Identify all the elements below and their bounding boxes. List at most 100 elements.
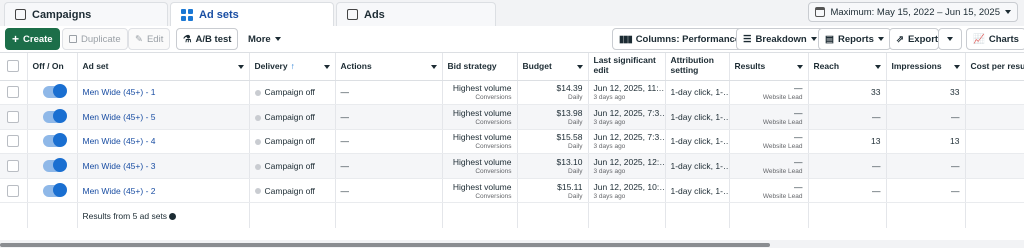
budget-value: $13.10	[556, 157, 583, 168]
bid-strategy-cell: Highest volume Conversions	[442, 178, 518, 204]
column-header-impressions[interactable]: Impressions	[886, 53, 966, 81]
pencil-icon: ✎	[135, 33, 143, 45]
chevron-down-icon[interactable]	[430, 65, 437, 69]
budget-cell: $13.10 Daily	[517, 153, 589, 179]
column-header-bid-strategy[interactable]: Bid strategy	[442, 53, 518, 81]
row-checkbox[interactable]	[7, 160, 20, 173]
tab-bar: Campaigns Ad sets Ads Maximum: May 15, 2…	[0, 0, 1024, 26]
horizontal-scrollbar[interactable]	[0, 243, 770, 247]
column-header-ad-set[interactable]: Ad set	[77, 53, 250, 81]
toggle-knob	[52, 84, 67, 99]
create-button[interactable]: + Create	[5, 28, 60, 50]
cost-per-result-cell: Per	[965, 153, 1024, 179]
ad-set-name-link[interactable]: Men Wide (45+) - 1	[83, 87, 156, 97]
calendar-icon	[815, 7, 826, 17]
chevron-down-icon[interactable]	[874, 65, 881, 69]
last-edit-cell: Jun 12, 2025, 11:… 3 days ago	[588, 80, 666, 106]
column-header-actions[interactable]: Actions	[335, 53, 443, 81]
breakdown-label: Breakdown	[755, 33, 807, 45]
column-header-last-edit[interactable]: Last significant edit	[588, 53, 666, 81]
chevron-down-icon[interactable]	[953, 65, 960, 69]
row-checkbox[interactable]	[7, 135, 20, 148]
on-off-toggle[interactable]	[42, 158, 67, 173]
budget-type: Daily	[568, 192, 583, 200]
chevron-down-icon[interactable]	[237, 65, 244, 69]
bid-strategy: Highest volume	[452, 107, 512, 118]
column-header-reach[interactable]: Reach	[808, 53, 887, 81]
on-off-toggle[interactable]	[42, 84, 67, 99]
chevron-down-icon[interactable]	[796, 65, 803, 69]
results-cell: — Website Lead	[729, 104, 809, 130]
select-all-checkbox[interactable]	[7, 60, 20, 73]
more-button[interactable]: More	[242, 28, 287, 50]
select-all-cell	[0, 53, 28, 81]
tab-ad-sets[interactable]: Ad sets	[170, 2, 334, 26]
reach-cell: 33	[808, 80, 887, 106]
on-off-toggle[interactable]	[42, 182, 67, 197]
results-value: —	[794, 181, 803, 192]
ad-set-name-link[interactable]: Men Wide (45+) - 4	[83, 136, 156, 146]
row-checkbox[interactable]	[7, 184, 20, 197]
column-header-delivery[interactable]: Delivery ↑	[249, 53, 336, 81]
row-checkbox-cell	[0, 153, 28, 179]
impressions-cell: 33	[886, 80, 966, 106]
on-off-toggle[interactable]	[42, 133, 67, 148]
tab-campaigns[interactable]: Campaigns	[4, 2, 168, 26]
chevron-down-icon	[274, 37, 281, 41]
table-row[interactable]: Men Wide (45+) - 1 Campaign off — Highest v…	[0, 80, 1024, 106]
results-type: Website Lead	[762, 168, 803, 176]
export-dropdown-button[interactable]	[938, 28, 962, 50]
table-row[interactable]: Men Wide (45+) - 5 Campaign off — Highest v…	[0, 104, 1024, 130]
edit-button[interactable]: ✎ Edit	[128, 28, 171, 50]
info-icon[interactable]	[169, 212, 177, 220]
ab-test-label: A/B test	[195, 33, 232, 45]
ad-set-name-link[interactable]: Men Wide (45+) - 5	[83, 112, 156, 122]
results-type: Website Lead	[762, 192, 803, 200]
results-cell: — Website Lead	[729, 129, 809, 155]
ad-set-name-link[interactable]: Men Wide (45+) - 2	[83, 186, 156, 196]
charts-button[interactable]: 📈 Charts	[966, 28, 1024, 50]
ad-set-name-cell: Men Wide (45+) - 5	[77, 104, 250, 130]
column-header-budget[interactable]: Budget	[517, 53, 589, 81]
cost-per-result-cell: Per	[965, 129, 1024, 155]
row-checkbox[interactable]	[7, 110, 20, 123]
actions-cell: —	[335, 178, 443, 204]
chevron-down-icon[interactable]	[323, 65, 330, 69]
row-checkbox-cell	[0, 129, 28, 155]
last-edit-relative: 3 days ago	[593, 143, 626, 151]
export-button[interactable]: ⇗ Export	[889, 28, 939, 50]
ad-set-name-link[interactable]: Men Wide (45+) - 3	[83, 161, 156, 171]
column-header-cost-per-result[interactable]: Cost per result	[965, 53, 1024, 81]
budget-value: $15.58	[556, 132, 583, 143]
export-icon: ⇗	[896, 33, 904, 45]
column-header-attribution[interactable]: Attribution setting	[665, 53, 730, 81]
table-row[interactable]: Men Wide (45+) - 3 Campaign off — Highest v…	[0, 153, 1024, 179]
table-row[interactable]: Men Wide (45+) - 4 Campaign off — Highest v…	[0, 129, 1024, 155]
delivery-cell: Campaign off	[249, 80, 336, 106]
tab-ads[interactable]: Ads	[336, 2, 496, 26]
chevron-down-icon	[1005, 10, 1011, 14]
delivery-status: Campaign off	[264, 111, 315, 122]
column-header-off-on[interactable]: Off / On	[27, 53, 78, 81]
reports-button[interactable]: ▤ Reports	[818, 28, 891, 50]
on-off-toggle[interactable]	[42, 108, 67, 123]
delivery-cell: Campaign off	[249, 104, 336, 130]
column-header-results[interactable]: Results	[729, 53, 809, 81]
create-label: Create	[23, 33, 53, 45]
bid-strategy-cell: Highest volume Conversions	[442, 80, 518, 106]
budget-type: Daily	[568, 168, 583, 176]
ab-test-button[interactable]: ⚗ A/B test	[176, 28, 239, 50]
chevron-down-icon[interactable]	[576, 65, 583, 69]
ad-icon	[347, 9, 358, 20]
duplicate-label: Duplicate	[81, 33, 121, 45]
duplicate-button[interactable]: Duplicate	[62, 28, 128, 50]
attribution-cell: 1-day click, 1-…	[665, 104, 730, 130]
budget-cell: $14.39 Daily	[517, 80, 589, 106]
summary-label: Results from 5 ad sets	[82, 210, 168, 221]
results-value: —	[794, 132, 803, 143]
breakdown-button[interactable]: ☰ Breakdown	[736, 28, 824, 50]
bid-strategy-cell: Highest volume Conversions	[442, 153, 518, 179]
row-checkbox[interactable]	[7, 86, 20, 99]
date-range-picker[interactable]: Maximum: May 15, 2022 – Jun 15, 2025	[808, 2, 1018, 22]
table-row[interactable]: Men Wide (45+) - 2 Campaign off — Highest v…	[0, 178, 1024, 204]
